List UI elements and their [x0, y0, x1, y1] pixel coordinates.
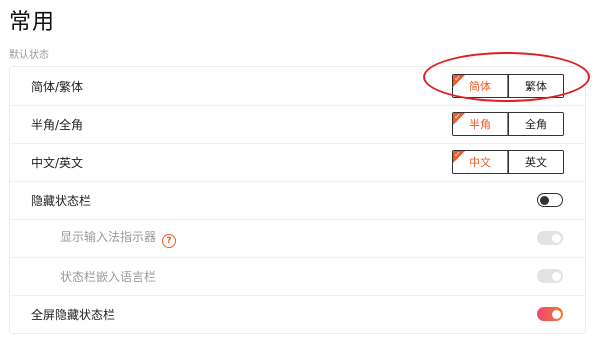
row-label: 简体/繁体	[31, 79, 84, 94]
switch-knob	[540, 195, 549, 205]
option-english[interactable]: 英文	[508, 151, 563, 173]
row-chinese-english: 中文/英文 ✓ 中文 英文	[10, 143, 585, 182]
check-icon: ✓	[454, 74, 461, 83]
row-label: 状态栏嵌入语言栏	[60, 269, 157, 284]
settings-panel: 简体/繁体 ✓ 简体 繁体 半角/全角 ✓ 半角 全角 中文/英文 ✓ 中文 英…	[9, 66, 586, 334]
row-fullscreen-hide: 全屏隐藏状态栏	[10, 295, 585, 333]
script-toggle-group: ✓ 简体 繁体	[452, 74, 564, 98]
row-simplified-traditional: 简体/繁体 ✓ 简体 繁体	[10, 67, 585, 106]
row-embed-language-bar: 状态栏嵌入语言栏	[10, 257, 585, 296]
row-label: 隐藏状态栏	[31, 193, 92, 208]
option-traditional[interactable]: 繁体	[508, 75, 563, 97]
row-show-indicator: 显示输入法指示器?	[10, 219, 585, 258]
switch-knob	[552, 233, 561, 243]
page-title: 常用	[9, 10, 56, 35]
check-icon: ✓	[454, 112, 461, 121]
lang-toggle-group: ✓ 中文 英文	[452, 150, 564, 174]
row-half-full-width: 半角/全角 ✓ 半角 全角	[10, 105, 585, 144]
fullscreen-hide-switch[interactable]	[537, 307, 563, 321]
row-label: 半角/全角	[31, 117, 84, 132]
option-half-width[interactable]: ✓ 半角	[453, 112, 508, 135]
show-indicator-switch[interactable]	[537, 231, 563, 245]
embed-language-bar-switch[interactable]	[537, 269, 563, 283]
option-full-width[interactable]: 全角	[508, 113, 563, 135]
switch-knob	[552, 309, 561, 319]
width-toggle-group: ✓ 半角 全角	[452, 112, 564, 136]
row-label: 中文/英文	[31, 155, 84, 170]
switch-knob	[552, 271, 561, 281]
row-label: 显示输入法指示器	[60, 230, 157, 244]
section-label: 默认状态	[9, 50, 49, 61]
option-chinese[interactable]: ✓ 中文	[453, 150, 508, 173]
row-label: 全屏隐藏状态栏	[31, 307, 116, 322]
option-simplified[interactable]: ✓ 简体	[453, 74, 508, 97]
row-hide-status-bar: 隐藏状态栏	[10, 181, 585, 220]
check-icon: ✓	[454, 150, 461, 159]
help-icon[interactable]: ?	[162, 234, 177, 248]
hide-status-bar-switch[interactable]	[537, 193, 563, 207]
